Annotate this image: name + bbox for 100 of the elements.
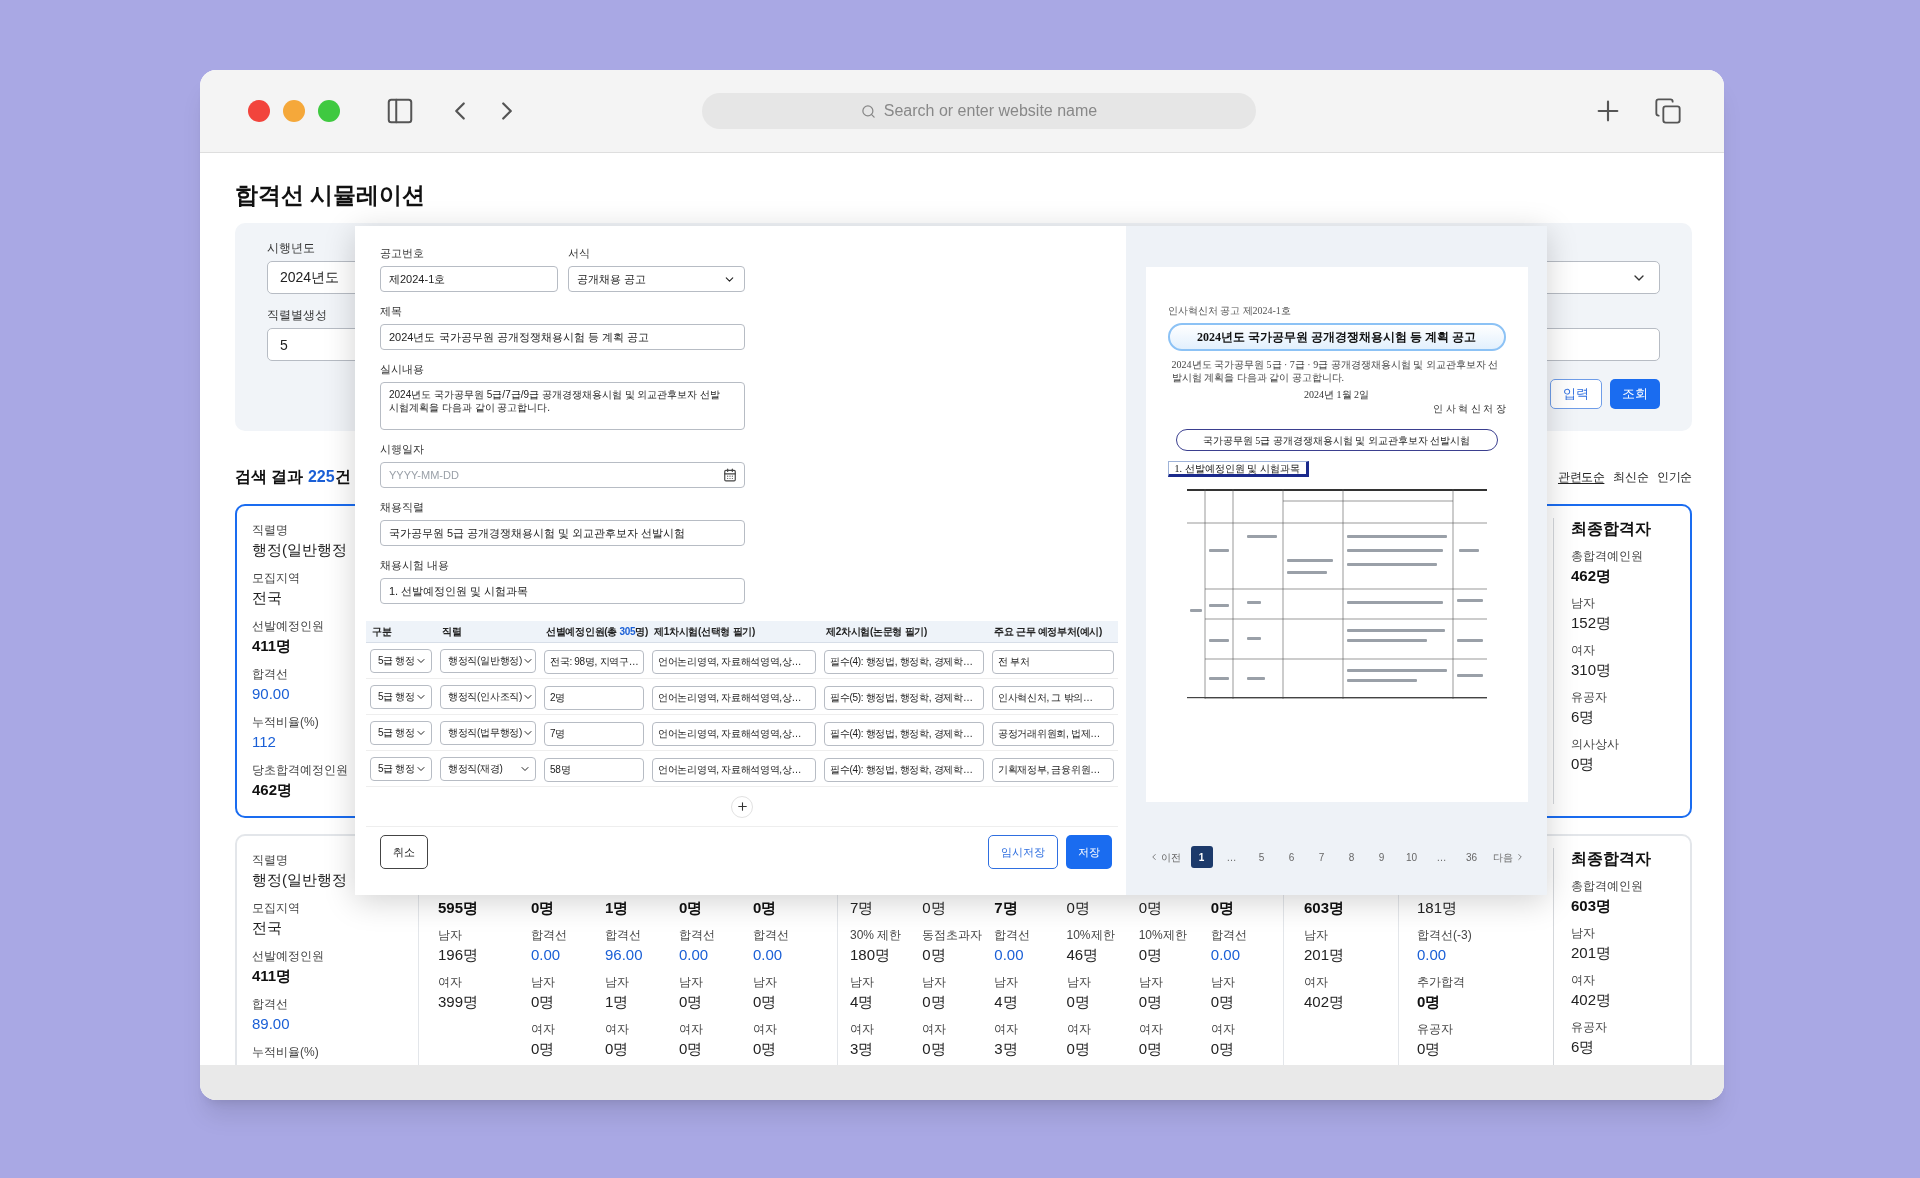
field-value: 0명: [922, 898, 946, 918]
column-header: 주요 근무 예정부처(예시): [993, 625, 1104, 639]
save-button[interactable]: 저장: [1066, 835, 1112, 869]
text-field[interactable]: 필수(4): 행정법, 행정학, 경제학…: [824, 721, 984, 746]
text-field[interactable]: 필수(5): 행정법, 행정학, 경제학…: [824, 685, 984, 710]
sort-option[interactable]: 최신순: [1613, 468, 1649, 486]
field-label: 남자: [1210, 974, 1235, 991]
field-value: 0명: [922, 1039, 946, 1059]
field-value: 0명: [1138, 945, 1163, 965]
draft-save-button[interactable]: 임시저장: [988, 835, 1058, 869]
select-field[interactable]: 공개채용 공고: [567, 266, 745, 292]
field-value: 0명: [1066, 1039, 1090, 1059]
field-value: 310명: [1571, 660, 1612, 680]
field-value: 0.00: [1417, 945, 1447, 965]
field-value: 1명: [605, 992, 629, 1012]
ellipsis: …: [1435, 850, 1448, 865]
field-value: 0명: [531, 898, 555, 918]
page-button[interactable]: 5: [1250, 846, 1273, 868]
field-label: 합격선: [252, 996, 288, 1013]
field-value: 7명: [850, 898, 874, 918]
field-label: 10%제한: [1138, 927, 1187, 944]
select-field[interactable]: 행정직(일반행정): [440, 648, 536, 673]
field-label: 직렬명: [252, 522, 288, 539]
field-value: 0명: [753, 1039, 777, 1059]
field-value: 0명: [1571, 754, 1595, 774]
field-label: 여자: [922, 1021, 947, 1038]
text-field[interactable]: 기획재정부, 금융위원…: [992, 757, 1114, 782]
text-field[interactable]: 전 부처: [992, 649, 1114, 674]
calendar-icon[interactable]: [723, 468, 737, 482]
field-label: 총합격예인원: [1571, 878, 1643, 895]
column-header: 구분: [371, 625, 393, 639]
text-field[interactable]: 7명: [544, 721, 644, 746]
sort-option[interactable]: 인기순: [1657, 468, 1692, 486]
date-field[interactable]: YYYY-MM-DD: [380, 462, 745, 488]
select-field[interactable]: 5급 행정: [370, 756, 432, 781]
search-icon: [860, 103, 876, 119]
tabs-overview-icon[interactable]: [1654, 97, 1682, 125]
page-button[interactable]: 9: [1370, 846, 1393, 868]
text-field[interactable]: 1. 선발예정인원 및 시험과목: [380, 578, 745, 604]
column-header: 제2차시험(논문형 필기): [825, 625, 929, 639]
close-window-button[interactable]: [248, 100, 270, 122]
field-value: 0.00: [1210, 945, 1241, 965]
text-field[interactable]: 2명: [544, 685, 644, 710]
page-button[interactable]: 8: [1340, 846, 1363, 868]
select-field[interactable]: 5급 행정: [370, 720, 432, 745]
sort-option[interactable]: 관련도순: [1557, 468, 1605, 486]
text-area[interactable]: 2024년도 국가공무원 5급/7급/9급 공개경쟁채용시험 및 외교관후보자 선발 시험계획을 다음과 같이 공고합니다.: [380, 382, 745, 430]
field-value: 3명: [994, 1039, 1018, 1059]
text-field[interactable]: 언어논리영역, 자료해석영역,상…: [652, 757, 816, 782]
field-value: 0.00: [753, 945, 783, 965]
field-value: 0명: [605, 1039, 629, 1059]
page-button[interactable]: 1: [1190, 846, 1213, 868]
select-field[interactable]: 5급 행정: [370, 648, 432, 673]
field-label: 합격선: [1210, 927, 1247, 944]
field-value: 6명: [1571, 1037, 1595, 1057]
field-value: 0명: [531, 1039, 555, 1059]
text-field[interactable]: 전국: 98명, 지역구…: [544, 649, 644, 674]
page-button[interactable]: 10: [1400, 846, 1423, 868]
field-value: 46명: [1066, 945, 1099, 965]
filter-button[interactable]: 조회: [1610, 379, 1660, 409]
page-button[interactable]: 7: [1310, 846, 1333, 868]
text-field[interactable]: 언어논리영역, 자료해석영역,상…: [652, 685, 816, 710]
text-field[interactable]: 58명: [544, 757, 644, 782]
field-label: 여자: [531, 1021, 555, 1038]
text-field[interactable]: 언어논리영역, 자료해석영역,상…: [652, 721, 816, 746]
text-field[interactable]: 2024년도 국가공무원 공개정쟁채용시험 등 계획 공고: [380, 324, 745, 350]
field-value: 0명: [1066, 898, 1090, 918]
text-field[interactable]: 필수(4): 행정법, 행정학, 경제학…: [824, 757, 984, 782]
page-button[interactable]: 6: [1280, 846, 1303, 868]
text-field[interactable]: 국가공무원 5급 공개경쟁채용시험 및 외교관후보자 선발시험: [380, 520, 745, 546]
field-label: 유공자: [1571, 689, 1607, 706]
next-page-button[interactable]: 다음: [1490, 846, 1527, 868]
text-field[interactable]: 언어논리영역, 자료해석영역,상…: [652, 649, 816, 674]
page-button[interactable]: 36: [1460, 846, 1483, 868]
select-field[interactable]: 행정직(재경): [440, 756, 536, 781]
field-value: 0명: [1417, 992, 1441, 1012]
field-value: 181명: [1417, 898, 1458, 918]
field-label: 동점초과자: [922, 927, 983, 944]
field-label: 선발예정인원: [252, 618, 324, 635]
cancel-button[interactable]: 취소: [380, 835, 428, 869]
field-label: 합격선(-3): [1417, 927, 1472, 944]
field-label: 당초합격예정인원: [252, 762, 348, 779]
sidebar-toggle-icon[interactable]: [385, 96, 415, 126]
filter-button[interactable]: 입력: [1550, 379, 1602, 409]
text-field[interactable]: 필수(4): 행정법, 행정학, 경제학…: [824, 649, 984, 674]
field-label: 여자: [994, 1021, 1019, 1038]
select-field[interactable]: 5급 행정: [370, 684, 432, 709]
field-value: 전국: [252, 918, 282, 938]
field-label: 합격선: [994, 927, 1031, 944]
column-header: 제1차시험(선택형 필기): [653, 625, 757, 639]
select-field[interactable]: 행정직(인사조직): [440, 684, 536, 709]
field-label: 여자: [1571, 972, 1595, 989]
previous-page-button[interactable]: 이전: [1146, 846, 1183, 868]
text-field[interactable]: 제2024-1호: [380, 266, 558, 292]
select-field[interactable]: 행정직(법무행정): [440, 720, 536, 745]
text-field[interactable]: 공정거래위원회, 법제…: [992, 721, 1114, 746]
text-field[interactable]: 인사혁신처, 그 밖의…: [992, 685, 1114, 710]
field-value: 180명: [850, 945, 891, 965]
field-label: 모집지역: [252, 570, 300, 587]
column-header: 선별예정인원(총 305명): [545, 625, 649, 639]
